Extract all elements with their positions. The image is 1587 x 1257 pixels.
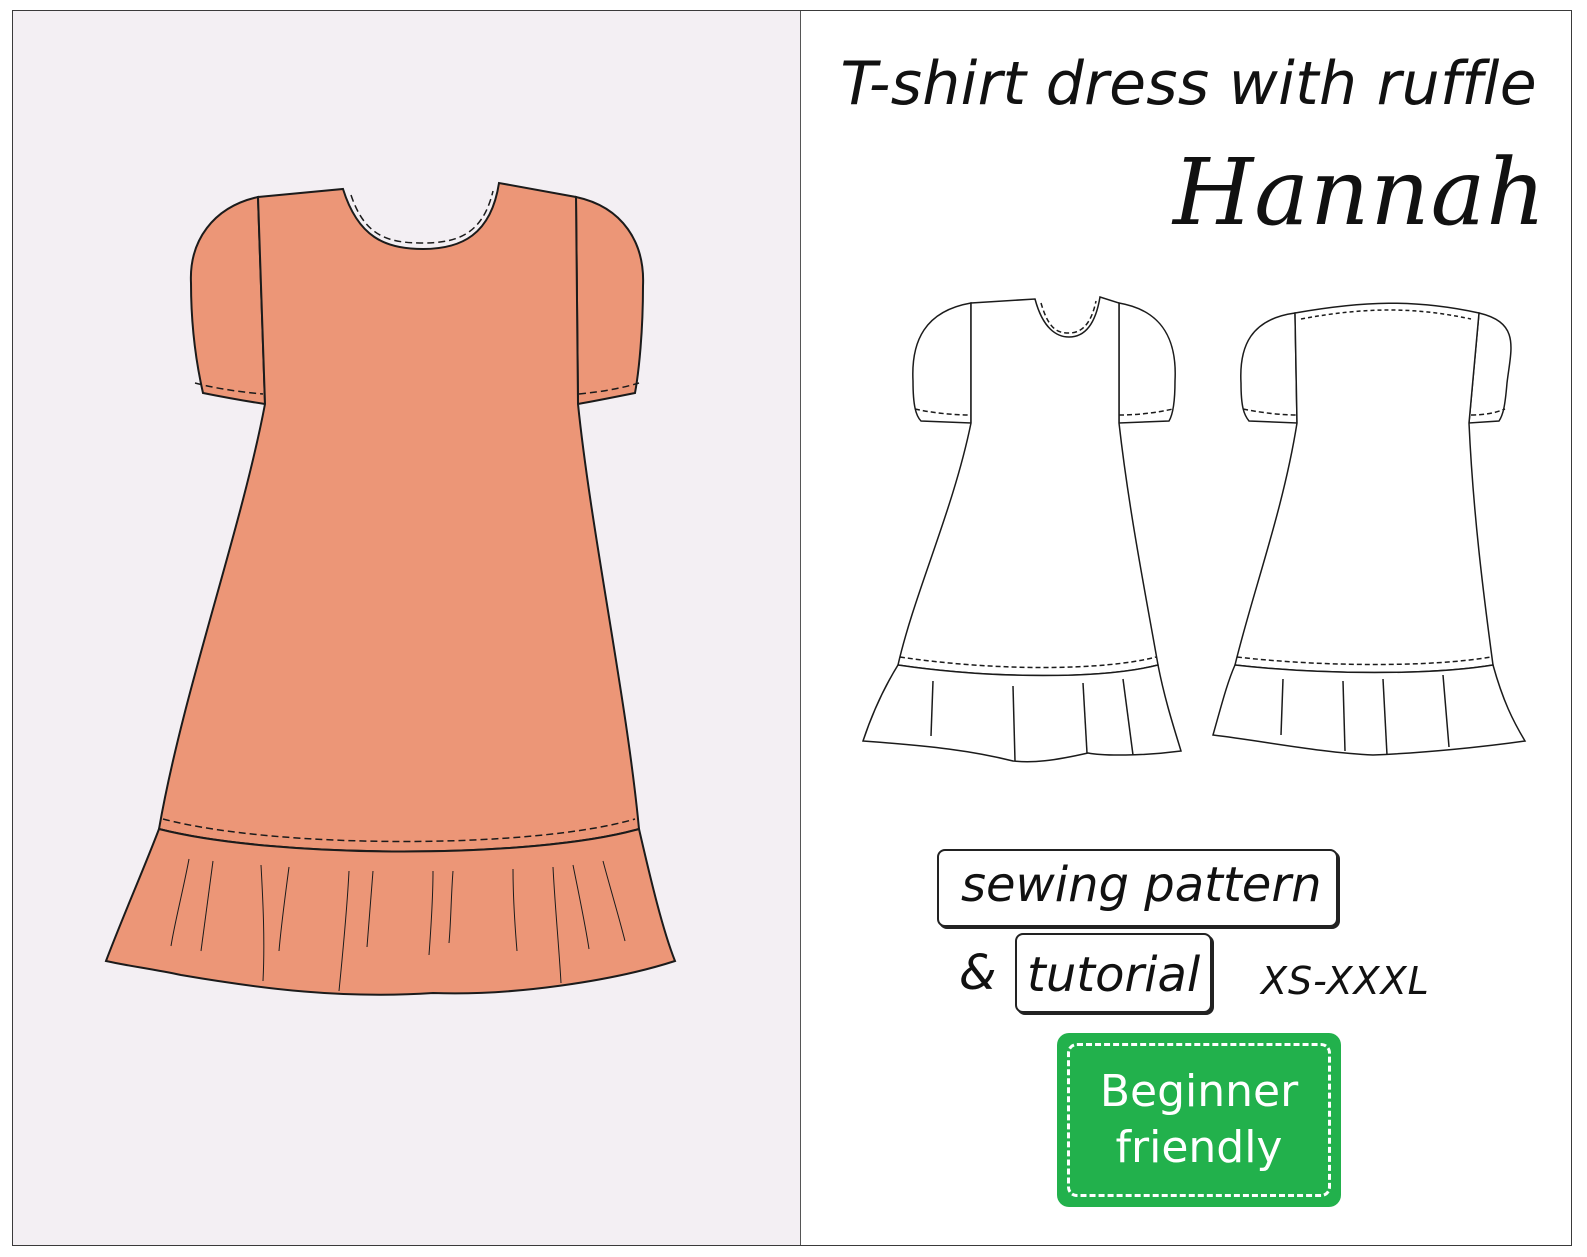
illustration-panel [13, 11, 801, 1245]
info-panel: T-shirt dress with ruffle Hannah sewing … [803, 11, 1573, 1245]
front-flat [861, 296, 1182, 763]
back-flat [1212, 302, 1527, 756]
badge-line-1: Beginner [1099, 1066, 1299, 1117]
tutorial-label: tutorial [1015, 933, 1213, 1013]
dress-illustration [104, 181, 677, 996]
size-range: XS-XXXL [1261, 959, 1430, 1003]
badge-stitched-border: Beginner friendly [1067, 1043, 1331, 1197]
technical-flats [861, 296, 1527, 763]
ruffle [104, 827, 677, 996]
badge-line-2: friendly [1115, 1122, 1283, 1173]
sewing-pattern-label: sewing pattern [937, 849, 1338, 927]
left-sleeve [189, 195, 267, 406]
cover-frame: T-shirt dress with ruffle Hannah sewing … [12, 10, 1572, 1246]
right-sleeve [574, 195, 645, 406]
ampersand: & [959, 945, 997, 1001]
beginner-friendly-badge: Beginner friendly [1057, 1033, 1341, 1207]
